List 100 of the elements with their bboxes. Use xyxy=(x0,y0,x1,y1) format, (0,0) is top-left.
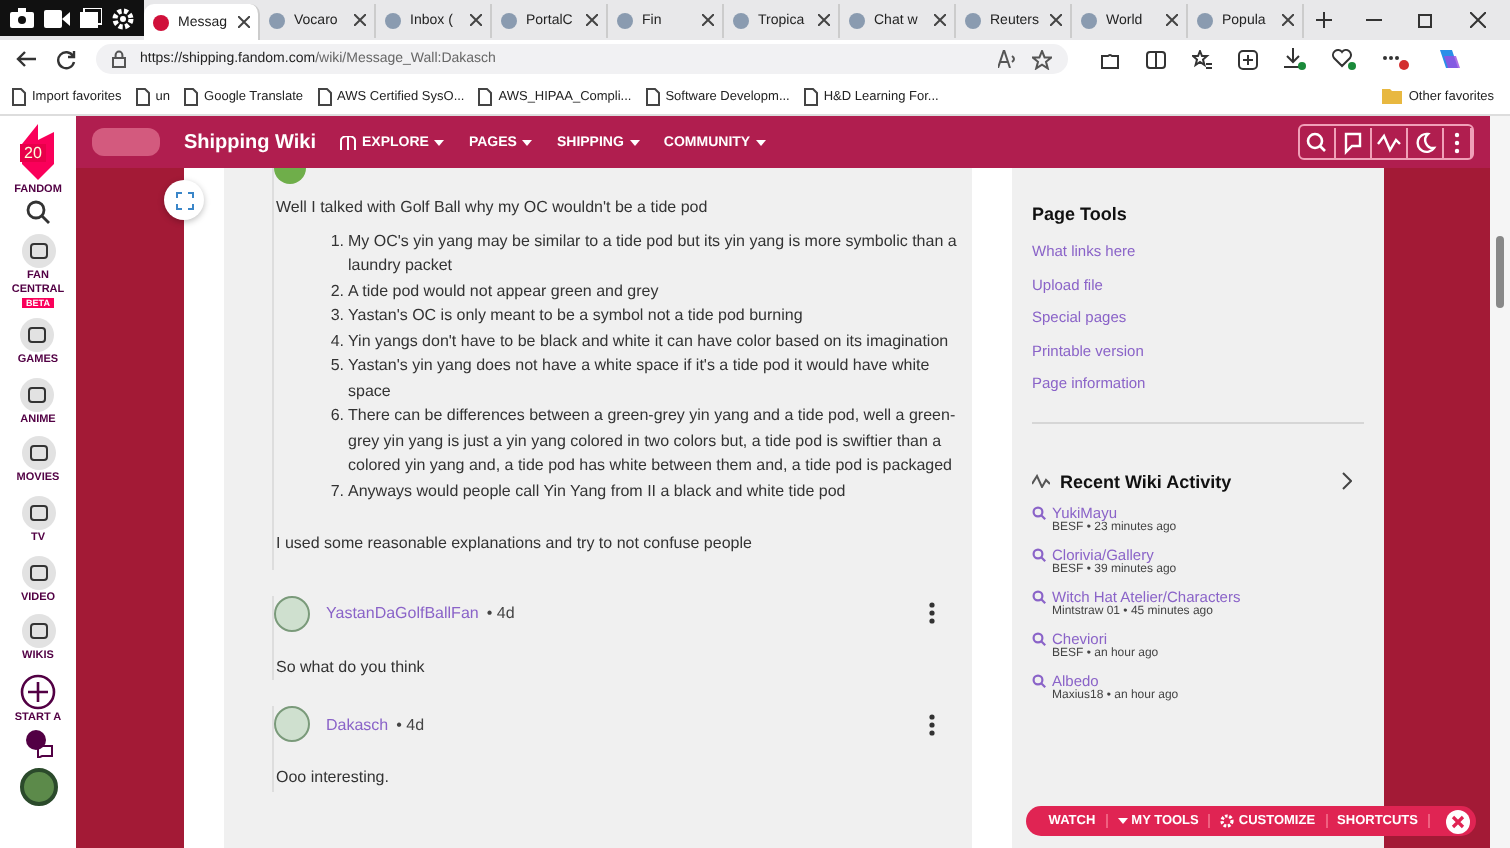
activity-icon xyxy=(1032,474,1050,488)
close-icon[interactable] xyxy=(1050,14,1062,26)
activity-icon[interactable] xyxy=(1372,127,1408,157)
heart-icon[interactable] xyxy=(1332,48,1356,70)
list-item: Yastan's OC is only meant to be a symbol not a tide pod burning xyxy=(348,304,805,328)
kebab-menu-icon[interactable] xyxy=(928,713,936,735)
caret-icon xyxy=(629,139,640,145)
list-number: 3. xyxy=(328,304,344,328)
category-icon[interactable] xyxy=(20,377,55,412)
settings-icon[interactable] xyxy=(112,7,134,29)
search-icon[interactable] xyxy=(26,200,50,224)
page-icon xyxy=(500,11,518,29)
caret-icon xyxy=(1117,818,1128,824)
caret-icon xyxy=(522,139,533,145)
back-arrow-icon[interactable] xyxy=(16,50,36,68)
list-item: Anyways would people call Yin Yang from II a black and white tide pod xyxy=(348,479,848,504)
post-text: Ooo interesting. xyxy=(276,766,391,790)
close-icon[interactable] xyxy=(1166,14,1178,26)
kebab-menu-icon[interactable] xyxy=(928,602,936,624)
close-icon[interactable] xyxy=(1446,809,1470,833)
category-icon[interactable] xyxy=(21,614,55,649)
category-icon[interactable] xyxy=(21,234,55,268)
expand-icon xyxy=(175,191,193,209)
collections-icon[interactable] xyxy=(1238,49,1258,69)
section-title: Recent Wiki Activity xyxy=(1060,471,1232,491)
list-number: 7. xyxy=(328,479,344,503)
post-age: • 4d xyxy=(486,604,515,622)
search-icon xyxy=(1032,631,1046,645)
search-icon xyxy=(1032,589,1046,603)
gear-icon xyxy=(1220,814,1235,828)
favorites-icon[interactable] xyxy=(1192,49,1212,69)
close-icon[interactable] xyxy=(702,14,714,26)
page-icon xyxy=(803,87,818,105)
search-icon xyxy=(1032,547,1046,561)
caret-icon xyxy=(756,139,767,145)
list-number: 6. xyxy=(328,404,344,428)
page-icon xyxy=(645,87,660,105)
search-icon xyxy=(1032,505,1046,519)
list-number: 4. xyxy=(328,329,344,353)
window-icon[interactable] xyxy=(80,8,102,28)
expand-button[interactable] xyxy=(164,180,204,220)
star-icon[interactable] xyxy=(1032,49,1052,69)
read-aloud-icon[interactable] xyxy=(998,50,1018,68)
page-icon xyxy=(1196,11,1214,29)
close-icon[interactable] xyxy=(934,14,946,26)
post-text: I used some reasonable explanations and try to not confuse people xyxy=(276,532,754,556)
page-icon xyxy=(384,11,402,29)
list-item: There can be differences between a green-grey yin yang and a tide pod, well a green-grey yin yang is just a yin yang colored in two colors but, a tide pod is swiftier than a colored yin yang and, a tide pod has white between them and, a tide pod is packaged xyxy=(348,404,958,478)
page-icon xyxy=(184,87,199,105)
scrollbar[interactable] xyxy=(1490,116,1510,848)
folder-icon xyxy=(1382,88,1403,104)
chevron-right-icon[interactable] xyxy=(1342,472,1352,490)
lock-icon xyxy=(112,50,126,68)
page-icon xyxy=(317,87,332,105)
author-link[interactable]: Dakasch xyxy=(326,715,389,733)
refresh-icon[interactable] xyxy=(56,49,76,69)
post-text: So what do you think xyxy=(276,655,427,680)
page-icon xyxy=(848,11,866,29)
page-icon xyxy=(12,87,26,105)
copilot-icon[interactable] xyxy=(1436,46,1462,72)
page-icon xyxy=(152,13,170,31)
plus-circle-icon[interactable] xyxy=(19,673,56,710)
search-icon xyxy=(1032,673,1046,687)
new-tab-icon[interactable] xyxy=(1316,12,1332,28)
category-icon[interactable] xyxy=(20,318,55,353)
caret-icon xyxy=(434,139,445,145)
close-icon[interactable] xyxy=(818,14,830,26)
close-icon[interactable] xyxy=(238,16,250,28)
category-icon[interactable] xyxy=(21,555,55,590)
category-icon[interactable] xyxy=(21,495,55,530)
close-icon[interactable] xyxy=(586,14,598,26)
video-camera-icon[interactable] xyxy=(44,9,70,27)
post-age: • 4d xyxy=(396,715,425,733)
page-icon xyxy=(732,11,750,29)
section-title: Page Tools xyxy=(1032,204,1127,224)
page-icon xyxy=(478,87,493,105)
user-avatar[interactable] xyxy=(19,768,57,807)
close-icon[interactable] xyxy=(354,14,366,26)
page-icon xyxy=(268,11,286,29)
list-number: 5. xyxy=(328,354,344,378)
list-number: 1. xyxy=(328,229,344,253)
close-icon[interactable] xyxy=(470,14,482,26)
chat-bubble-icon[interactable] xyxy=(23,728,53,759)
explore-icon xyxy=(340,135,357,149)
author-link[interactable]: YastanDaGolfBallFan xyxy=(326,604,479,622)
close-icon[interactable] xyxy=(1282,14,1294,26)
page-icon xyxy=(135,87,150,105)
post-text: Well I talked with Golf Ball why my OC wouldn't be a tide pod xyxy=(276,196,710,220)
close-icon[interactable] xyxy=(1470,12,1486,28)
page-icon xyxy=(1080,11,1098,29)
split-screen-icon[interactable] xyxy=(1146,49,1166,69)
category-icon[interactable] xyxy=(21,436,55,471)
camera-icon[interactable] xyxy=(10,8,34,28)
download-icon[interactable] xyxy=(1284,48,1306,70)
wiki-name[interactable]: Shipping Wiki xyxy=(184,131,317,153)
page-icon xyxy=(616,11,634,29)
notification-count: 20 xyxy=(20,144,46,162)
list-item: Yastan's yin yang does not have a white space if it's a tide pod it would have white space xyxy=(348,354,932,404)
restore-icon[interactable] xyxy=(1418,12,1434,28)
list-number: 2. xyxy=(328,279,344,303)
